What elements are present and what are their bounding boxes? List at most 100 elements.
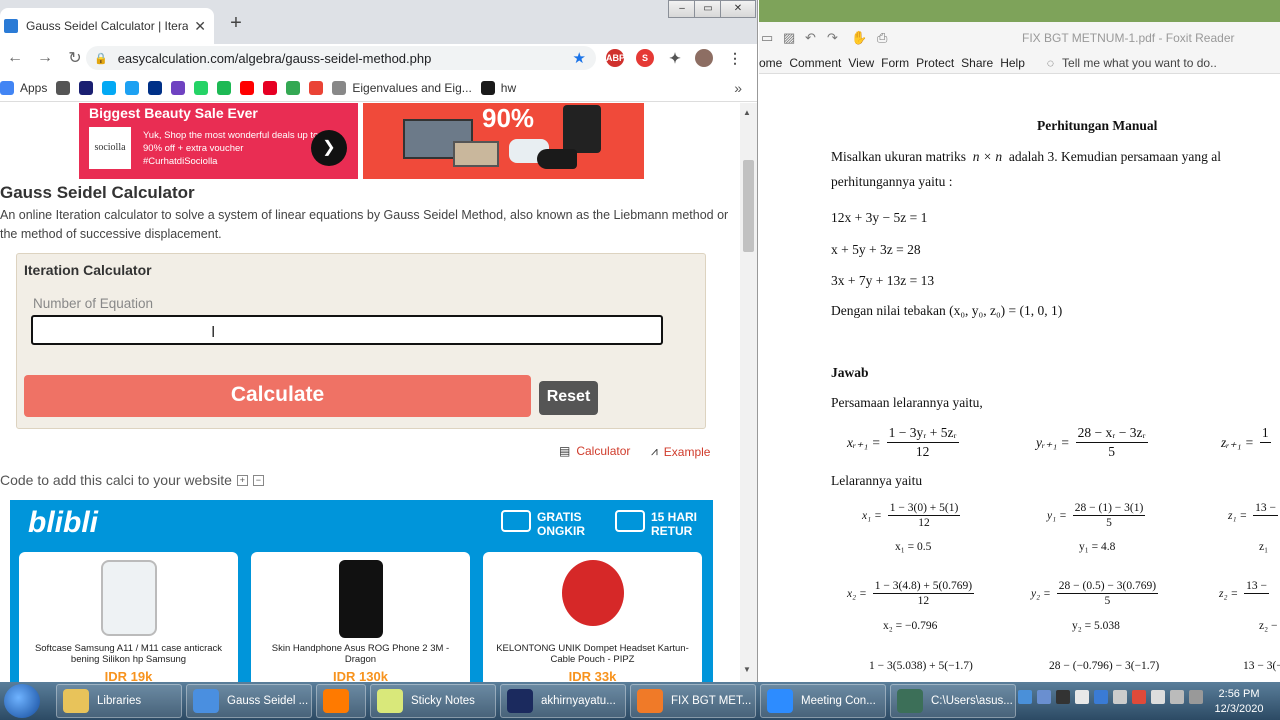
- bookmark-item[interactable]: [263, 80, 278, 95]
- taskbar-button[interactable]: C:\Users\asus...: [890, 684, 1016, 718]
- bookmark-label: hw: [500, 80, 517, 95]
- menu-share[interactable]: Share: [961, 56, 993, 70]
- lightbulb-icon: ◌: [1046, 55, 1055, 70]
- electronics-ad-banner[interactable]: 90%: [363, 103, 644, 179]
- bookmark-item[interactable]: [309, 80, 324, 95]
- foxit-window-title: FIX BGT METNUM-1.pdf - Foxit Reader: [1022, 31, 1235, 45]
- menu-home[interactable]: ome: [759, 56, 782, 70]
- bookmark-item[interactable]: Apps: [0, 80, 47, 95]
- y2-value: y₂ = 5.038: [1072, 620, 1120, 632]
- hand-tool-icon[interactable]: ✋: [851, 30, 867, 46]
- chrome-menu-icon[interactable]: ⋮: [726, 49, 744, 67]
- close-window-button[interactable]: ✕: [720, 0, 756, 18]
- bookmark-item[interactable]: hw: [480, 80, 517, 95]
- tray-icon[interactable]: [1094, 690, 1108, 704]
- bookmark-favicon-icon: [0, 80, 14, 95]
- taskbar-button[interactable]: akhirnyayatu...: [500, 684, 626, 718]
- s-extension-icon[interactable]: S: [636, 49, 654, 67]
- minimize-button[interactable]: ‒: [668, 0, 696, 18]
- menu-help[interactable]: Help: [1000, 56, 1025, 70]
- bookmark-item[interactable]: [171, 80, 186, 95]
- number-of-equation-input[interactable]: [31, 315, 663, 345]
- bookmark-favicon-icon: [56, 80, 71, 95]
- browser-tab[interactable]: Gauss Seidel Calculator | Iteration ✕: [0, 8, 214, 44]
- bookmark-item[interactable]: [125, 80, 140, 95]
- reset-button[interactable]: Reset: [539, 381, 598, 415]
- taskbar-button[interactable]: [316, 684, 366, 718]
- tray-icon[interactable]: [1018, 690, 1032, 704]
- product-price: IDR 33k: [568, 669, 617, 682]
- product-card[interactable]: Softcase Samsung A11 / M11 case anticrac…: [19, 552, 238, 682]
- ad-arrow-icon[interactable]: ❯: [311, 130, 347, 166]
- bookmark-item[interactable]: Eigenvalues and Eig...: [332, 80, 472, 95]
- menu-form[interactable]: Form: [881, 56, 909, 70]
- close-tab-icon[interactable]: ✕: [194, 18, 206, 35]
- menu-protect[interactable]: Protect: [916, 56, 954, 70]
- taskbar-button[interactable]: Sticky Notes: [370, 684, 496, 718]
- x1-value: x₁ = 0.5: [895, 541, 932, 553]
- maximize-button[interactable]: ▭: [694, 0, 722, 18]
- adblock-extension-icon[interactable]: ABP: [606, 49, 625, 67]
- puzzle-extensions-icon[interactable]: ✦: [666, 49, 684, 67]
- battery-icon[interactable]: [1189, 690, 1203, 704]
- sociolla-logo: sociolla: [89, 127, 131, 169]
- signal-icon[interactable]: [1075, 690, 1089, 704]
- product-card[interactable]: KELONTONG UNIK Dompet Headset Kartun- Ca…: [483, 552, 702, 682]
- menu-comment[interactable]: Comment: [789, 56, 841, 70]
- scrollbar-thumb[interactable]: [743, 160, 754, 252]
- bookmark-item[interactable]: [79, 80, 94, 95]
- bookmark-star-icon[interactable]: ★: [573, 49, 586, 67]
- open-icon[interactable]: ▭: [761, 30, 773, 46]
- redo-icon[interactable]: ↷: [827, 30, 838, 46]
- bookmark-item[interactable]: [148, 80, 163, 95]
- tray-icon[interactable]: [1113, 690, 1127, 704]
- product-card[interactable]: Skin Handphone Asus ROG Phone 2 3M - Dra…: [251, 552, 470, 682]
- blibli-ad-banner[interactable]: blibli GRATIS ONGKIR 15 HARI RETUR Softc…: [10, 500, 713, 682]
- profile-avatar[interactable]: [695, 49, 713, 67]
- tray-icon[interactable]: [1056, 690, 1070, 704]
- bookmark-item[interactable]: [56, 80, 71, 95]
- new-tab-button[interactable]: +: [226, 12, 246, 35]
- tray-icon[interactable]: [1037, 690, 1051, 704]
- new-icon[interactable]: ▨: [783, 30, 795, 46]
- bookmark-item[interactable]: [194, 80, 209, 95]
- calculator-link[interactable]: ▤ Calculator: [559, 444, 630, 458]
- speaker-icon[interactable]: [1170, 690, 1184, 704]
- sociolla-ad-banner[interactable]: Biggest Beauty Sale Ever sociolla Yuk, S…: [79, 103, 358, 179]
- example-link[interactable]: ⩘ Example: [651, 444, 710, 459]
- app-icon: [323, 689, 349, 713]
- clock-date: 12/3/2020: [1214, 703, 1264, 715]
- z-iteration-formula: zᵣ₊₁ = 1: [1221, 425, 1271, 450]
- back-arrow-icon[interactable]: ←: [0, 49, 30, 67]
- app-icon: [377, 689, 403, 713]
- bookmark-item[interactable]: [286, 80, 301, 95]
- scroll-up-icon[interactable]: ▲: [743, 108, 751, 117]
- menu-view[interactable]: View: [848, 56, 874, 70]
- taskbar-button[interactable]: FIX BGT MET...: [630, 684, 756, 718]
- collapse-icon[interactable]: −: [252, 474, 264, 486]
- bookmarks-overflow-icon[interactable]: »: [734, 80, 742, 96]
- x2-value: x₂ = −0.796: [883, 620, 938, 632]
- taskbar-clock[interactable]: 2:56 PM 12/3/2020: [1206, 687, 1272, 717]
- taskbar-button[interactable]: Gauss Seidel ...: [186, 684, 312, 718]
- bookmark-item[interactable]: [102, 80, 117, 95]
- scroll-down-icon[interactable]: ▼: [743, 665, 751, 674]
- address-bar[interactable]: 🔒 easycalculation.com/algebra/gauss-seid…: [86, 46, 596, 70]
- x3-step-partial: 1 − 3(5.038) + 5(−1.7): [869, 660, 973, 672]
- taskbar-button[interactable]: Libraries: [56, 684, 182, 718]
- forward-arrow-icon[interactable]: →: [30, 49, 60, 67]
- bookmark-favicon-icon: [217, 80, 232, 95]
- bookmark-item[interactable]: [217, 80, 232, 95]
- start-button[interactable]: [4, 684, 40, 718]
- tray-icon[interactable]: [1132, 690, 1146, 704]
- undo-icon[interactable]: ↶: [805, 30, 816, 46]
- tell-me-search[interactable]: Tell me what you want to do..: [1062, 56, 1217, 70]
- taskbar-button[interactable]: Meeting Con...: [760, 684, 886, 718]
- embed-text: Code to add this calci to your website: [0, 472, 232, 488]
- expand-icon[interactable]: +: [236, 474, 248, 486]
- calculate-button[interactable]: Calculate: [24, 375, 531, 417]
- print-icon[interactable]: ⎙: [877, 30, 887, 46]
- bookmark-item[interactable]: [240, 80, 255, 95]
- network-icon[interactable]: [1151, 690, 1165, 704]
- equation-3: 3x + 7y + 13z = 13: [831, 273, 935, 288]
